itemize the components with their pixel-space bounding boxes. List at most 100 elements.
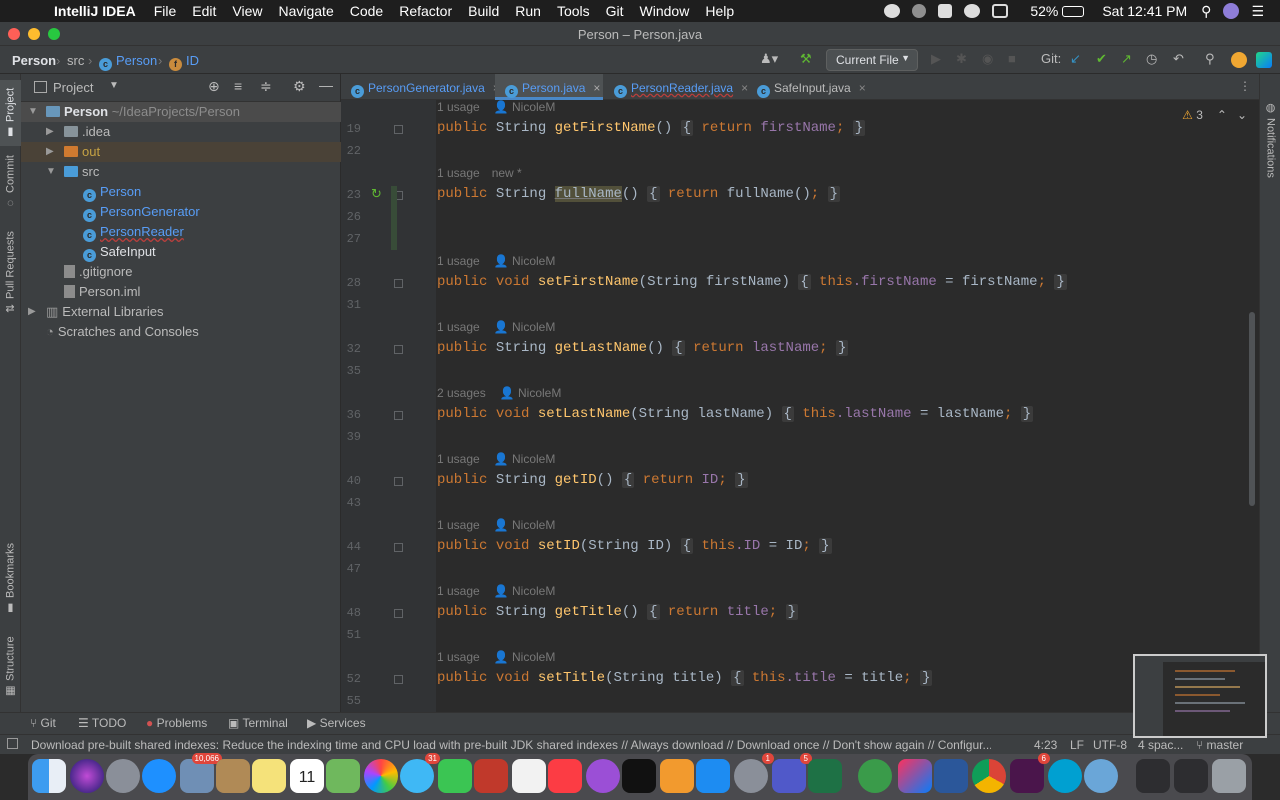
- menu-view[interactable]: View: [232, 3, 262, 19]
- tab-services[interactable]: ▶ Services: [307, 716, 366, 730]
- webex-icon[interactable]: [938, 4, 953, 18]
- menu-edit[interactable]: Edit: [192, 3, 216, 19]
- siri-icon[interactable]: [70, 759, 104, 793]
- tree-item-iml[interactable]: Person.iml: [21, 282, 341, 302]
- trash-icon[interactable]: [1212, 759, 1246, 793]
- usage-hint[interactable]: 1 usage new *: [437, 166, 522, 180]
- ide-logo-icon[interactable]: [1256, 52, 1272, 68]
- chrome-icon[interactable]: [972, 759, 1006, 793]
- menu-refactor[interactable]: Refactor: [399, 3, 452, 19]
- coverage-icon[interactable]: ◉: [982, 51, 993, 69]
- usage-hint[interactable]: 2 usages 👤 NicoleM: [437, 386, 561, 400]
- debug-icon[interactable]: ✱: [956, 51, 967, 69]
- music-icon[interactable]: [548, 759, 582, 793]
- usage-hint[interactable]: 1 usage 👤 NicoleM: [437, 584, 555, 598]
- photo-booth-icon[interactable]: [474, 759, 508, 793]
- collapse-all-icon[interactable]: ≑: [260, 78, 272, 95]
- git-commit-icon[interactable]: ✔: [1096, 51, 1107, 69]
- menu-help[interactable]: Help: [705, 3, 734, 19]
- indent-setting[interactable]: 4 spac...: [1138, 738, 1183, 752]
- tab-todo[interactable]: ☰ TODO: [78, 716, 126, 730]
- calendar-icon[interactable]: 11: [290, 759, 324, 793]
- close-icon[interactable]: ×: [741, 81, 748, 95]
- line-separator[interactable]: LF: [1070, 738, 1084, 752]
- notes-icon[interactable]: [252, 759, 286, 793]
- tab-person[interactable]: c Person.java ×: [495, 74, 603, 100]
- hide-panel-icon[interactable]: —: [319, 77, 333, 93]
- gear-icon[interactable]: ⚙: [293, 78, 306, 95]
- breadcrumb-member[interactable]: ID: [186, 53, 199, 68]
- breadcrumb-class[interactable]: Person: [116, 53, 157, 68]
- screenshot-icon[interactable]: [1084, 759, 1118, 793]
- intellij-idea-icon[interactable]: [898, 759, 932, 793]
- git-push-icon[interactable]: ↗: [1121, 51, 1132, 69]
- podcasts-icon[interactable]: [586, 759, 620, 793]
- tree-item-root[interactable]: ▼ Person ~/IdeaProjects/Person: [21, 102, 341, 122]
- menu-code[interactable]: Code: [350, 3, 383, 19]
- excel-icon[interactable]: [808, 759, 842, 793]
- status-toggle-icon[interactable]: [7, 738, 18, 749]
- close-icon[interactable]: ×: [859, 81, 866, 95]
- git-update-icon[interactable]: ↙: [1070, 51, 1081, 69]
- fold-icon[interactable]: [394, 411, 403, 420]
- usage-hint[interactable]: 1 usage 👤 NicoleM: [437, 100, 555, 114]
- refresh-icon[interactable]: ↻: [371, 186, 382, 202]
- documents-stack-icon[interactable]: [1174, 759, 1208, 793]
- code-line[interactable]: public String getTitle() { return title;…: [437, 604, 798, 620]
- cursor-position[interactable]: 4:23: [1034, 738, 1057, 752]
- airplay-icon[interactable]: [992, 4, 1009, 18]
- user-icon[interactable]: [1223, 3, 1240, 19]
- teams-icon[interactable]: 5: [772, 753, 812, 793]
- menu-window[interactable]: Window: [640, 3, 690, 19]
- tab-person-reader[interactable]: c PersonReader.java ×: [604, 74, 749, 100]
- menu-tools[interactable]: Tools: [557, 3, 590, 19]
- tab-person-generator[interactable]: cPersonGenerator.java×: [341, 74, 500, 100]
- news-icon[interactable]: [512, 759, 546, 793]
- locate-icon[interactable]: ⊕: [208, 78, 220, 95]
- chevron-down-icon[interactable]: ▼: [28, 102, 38, 122]
- fold-icon[interactable]: [394, 609, 403, 618]
- stop-icon[interactable]: ■: [1008, 51, 1016, 69]
- menu-navigate[interactable]: Navigate: [278, 3, 333, 19]
- maps-icon[interactable]: [326, 759, 360, 793]
- code-line[interactable]: public String getFirstName() { return fi…: [437, 120, 866, 136]
- build-hammer-icon[interactable]: ⚒: [800, 51, 812, 69]
- usage-hint[interactable]: 1 usage 👤 NicoleM: [437, 452, 555, 466]
- tree-item-external-libraries[interactable]: ▶ ▥ External Libraries: [21, 302, 341, 322]
- clock[interactable]: Sat 12:41 PM: [1102, 3, 1187, 19]
- word-icon[interactable]: [934, 759, 968, 793]
- chevron-right-icon[interactable]: ▶: [46, 122, 56, 142]
- photos-icon[interactable]: [364, 759, 398, 793]
- tree-item-gitignore[interactable]: .gitignore: [21, 262, 341, 282]
- rollback-icon[interactable]: ↶: [1173, 51, 1184, 69]
- contacts-icon[interactable]: 10,066: [180, 753, 222, 793]
- launchpad-icon[interactable]: [106, 759, 140, 793]
- inspection-widget[interactable]: ⚠ 3 ⌃ ⌄: [1182, 108, 1247, 122]
- chevron-up-icon[interactable]: ⌃: [1217, 108, 1227, 122]
- fold-icon[interactable]: [394, 477, 403, 486]
- notes-brown-icon[interactable]: [216, 759, 250, 793]
- usage-hint[interactable]: 1 usage 👤 NicoleM: [437, 320, 555, 334]
- fold-icon[interactable]: [394, 345, 403, 354]
- tree-item-person-reader[interactable]: c PersonReader: [21, 222, 341, 242]
- chevron-right-icon[interactable]: ▶: [28, 302, 38, 322]
- finder-icon[interactable]: [32, 759, 66, 793]
- run-configuration-dropdown[interactable]: Current File ▼: [826, 49, 918, 71]
- tree-item-idea[interactable]: ▶ .idea: [21, 122, 341, 142]
- code-line[interactable]: public String getLastName() { return las…: [437, 340, 849, 356]
- menu-build[interactable]: Build: [468, 3, 499, 19]
- breadcrumb-project[interactable]: Person: [12, 53, 56, 68]
- menu-file[interactable]: File: [154, 3, 177, 19]
- code-line[interactable]: public String getID() { return ID; }: [437, 472, 748, 488]
- control-center-icon[interactable]: ☰: [1251, 3, 1264, 20]
- status-message[interactable]: Download pre-built shared indexes: Reduc…: [31, 738, 991, 752]
- fold-icon[interactable]: [394, 543, 403, 552]
- tree-item-scratches[interactable]: ◔ Scratches and Consoles: [21, 322, 341, 342]
- system-preferences-icon[interactable]: 1: [734, 753, 774, 793]
- tab-terminal[interactable]: ▣ Terminal: [228, 716, 288, 730]
- tree-item-person-generator[interactable]: c PersonGenerator: [21, 202, 341, 222]
- app-menu[interactable]: IntelliJ IDEA: [54, 3, 136, 19]
- update-icon[interactable]: [1231, 52, 1247, 68]
- tab-project[interactable]: ▮ Project: [0, 80, 21, 146]
- menu-run[interactable]: Run: [515, 3, 541, 19]
